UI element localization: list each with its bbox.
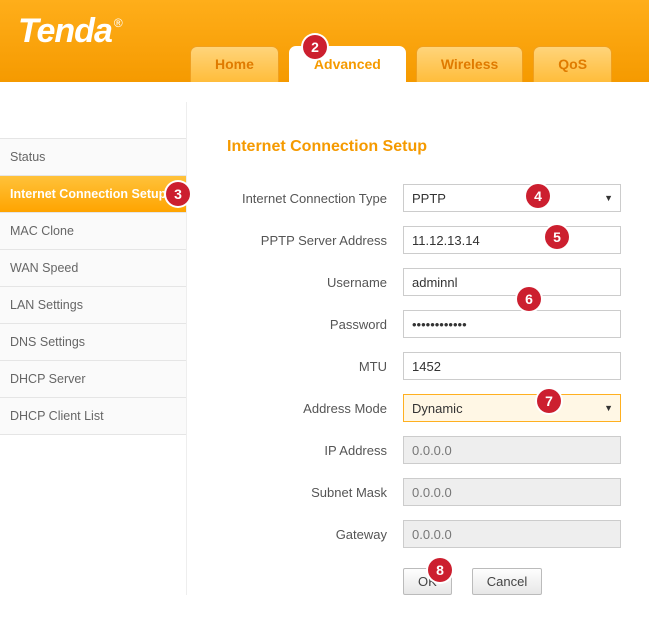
- select-connection-type[interactable]: PPTP: [403, 184, 621, 212]
- label-ip-address: IP Address: [227, 443, 403, 458]
- sidebar-item-lan-settings[interactable]: LAN Settings: [0, 286, 186, 323]
- brand-text: Tenda: [18, 12, 112, 50]
- sidebar-item-status[interactable]: Status: [0, 138, 186, 175]
- cancel-button[interactable]: Cancel: [472, 568, 542, 595]
- sidebar: Status Internet Connection Setup MAC Clo…: [0, 82, 186, 595]
- label-subnet-mask: Subnet Mask: [227, 485, 403, 500]
- label-pptp-server: PPTP Server Address: [227, 233, 403, 248]
- callout-8: 8: [428, 558, 452, 582]
- input-gateway: [403, 520, 621, 548]
- label-mtu: MTU: [227, 359, 403, 374]
- callout-6: 6: [517, 287, 541, 311]
- top-tabs: Home Advanced Wireless QoS: [190, 46, 612, 82]
- callout-3: 3: [166, 182, 190, 206]
- sidebar-item-dhcp-client-list[interactable]: DHCP Client List: [0, 397, 186, 435]
- tab-wireless[interactable]: Wireless: [416, 46, 523, 82]
- brand-logo: Tenda®: [18, 12, 120, 51]
- tab-home[interactable]: Home: [190, 46, 279, 82]
- input-subnet-mask: [403, 478, 621, 506]
- select-address-mode[interactable]: Dynamic: [403, 394, 621, 422]
- callout-7: 7: [537, 389, 561, 413]
- callout-4: 4: [526, 184, 550, 208]
- content-area: Internet Connection Setup Internet Conne…: [187, 82, 649, 595]
- sidebar-item-mac-clone[interactable]: MAC Clone: [0, 212, 186, 249]
- sidebar-item-dns-settings[interactable]: DNS Settings: [0, 323, 186, 360]
- input-username[interactable]: [403, 268, 621, 296]
- input-pptp-server[interactable]: [403, 226, 621, 254]
- label-address-mode: Address Mode: [227, 401, 403, 416]
- tab-qos[interactable]: QoS: [533, 46, 612, 82]
- label-password: Password: [227, 317, 403, 332]
- sidebar-item-dhcp-server[interactable]: DHCP Server: [0, 360, 186, 397]
- input-password[interactable]: [403, 310, 621, 338]
- callout-5: 5: [545, 225, 569, 249]
- registered-icon: ®: [114, 16, 122, 30]
- label-connection-type: Internet Connection Type: [227, 191, 403, 206]
- sidebar-item-internet-connection-setup[interactable]: Internet Connection Setup: [0, 175, 186, 212]
- section-title: Internet Connection Setup: [227, 138, 649, 156]
- input-ip-address: [403, 436, 621, 464]
- sidebar-item-wan-speed[interactable]: WAN Speed: [0, 249, 186, 286]
- label-gateway: Gateway: [227, 527, 403, 542]
- callout-2: 2: [303, 35, 327, 59]
- input-mtu[interactable]: [403, 352, 621, 380]
- label-username: Username: [227, 275, 403, 290]
